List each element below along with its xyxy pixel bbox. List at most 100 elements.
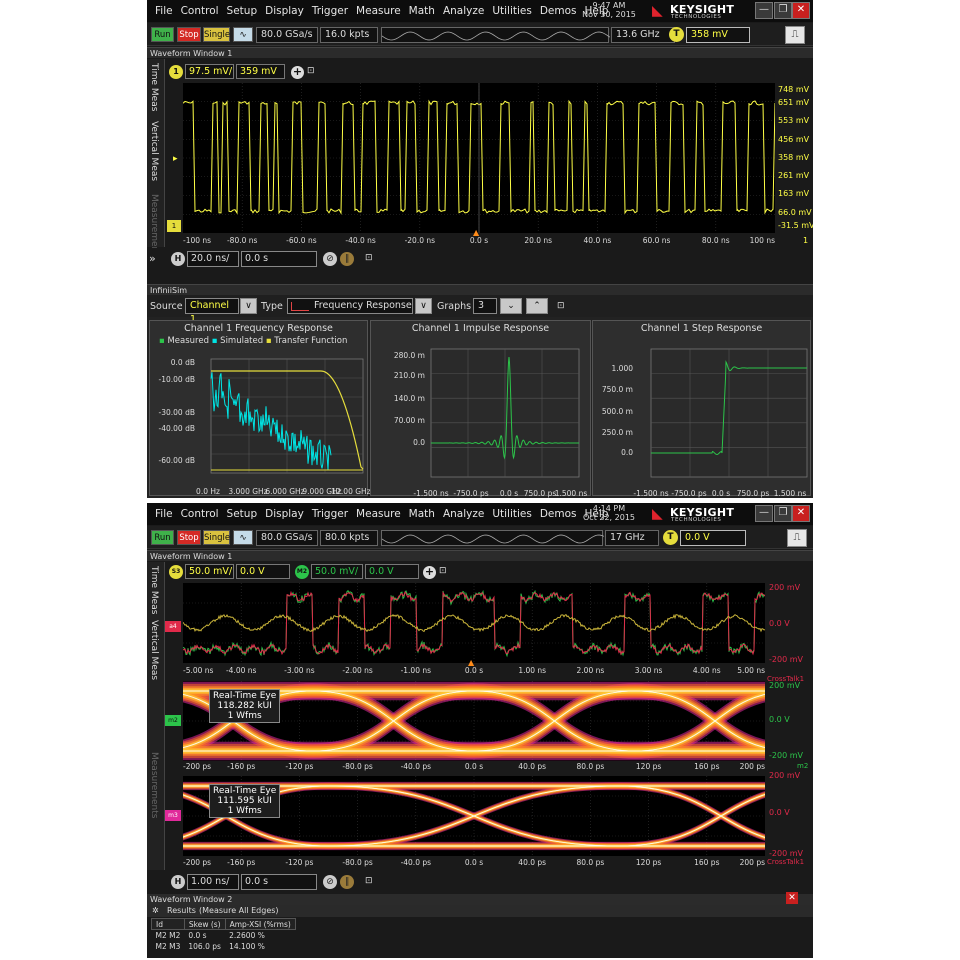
- menu-analyze[interactable]: Analyze: [443, 508, 484, 520]
- restore-button[interactable]: ❐: [774, 505, 792, 522]
- expand-icon[interactable]: »: [149, 252, 163, 266]
- menu-control[interactable]: Control: [181, 508, 219, 520]
- close-icon[interactable]: ✕: [786, 892, 798, 904]
- table-header[interactable]: Amp-XSI (%rms): [224, 918, 296, 930]
- pan-icon[interactable]: ∥: [340, 252, 354, 266]
- single-button[interactable]: Single: [203, 27, 230, 42]
- tab-vertical-meas[interactable]: Vertical Meas: [149, 620, 159, 680]
- crosstalk-waveform-plot[interactable]: [183, 583, 765, 663]
- run-button[interactable]: Run: [151, 530, 174, 545]
- close-button[interactable]: ✕: [792, 505, 810, 522]
- stop-button[interactable]: Stop: [177, 530, 201, 545]
- gear-icon[interactable]: ✲: [152, 905, 159, 917]
- x-tick: 0.0 s: [464, 762, 484, 771]
- menu-analyze[interactable]: Analyze: [443, 5, 484, 17]
- graphs-field[interactable]: 3: [473, 298, 497, 314]
- menu-trigger[interactable]: Trigger: [312, 508, 348, 520]
- run-button[interactable]: Run: [151, 27, 174, 42]
- autoscale-icon[interactable]: ∿: [233, 27, 253, 42]
- add-channel-icon[interactable]: +: [423, 566, 436, 579]
- timebase-field[interactable]: 20.0 ns/: [187, 251, 239, 267]
- x-tick: -120 ps: [285, 858, 314, 867]
- menu-trigger[interactable]: Trigger: [312, 5, 348, 17]
- minimize-button[interactable]: —: [755, 505, 773, 522]
- source-label: Source: [150, 301, 183, 312]
- export-icon[interactable]: ⎍: [787, 529, 807, 547]
- pin-icon[interactable]: ⊡: [557, 301, 567, 312]
- menu-setup[interactable]: Setup: [227, 508, 258, 520]
- tab-time-meas[interactable]: Time Meas: [149, 63, 159, 111]
- minimize-button[interactable]: —: [755, 2, 773, 19]
- menu-demos[interactable]: Demos: [540, 508, 577, 520]
- graphs-down-icon[interactable]: ⌄: [500, 298, 522, 314]
- menu-math[interactable]: Math: [409, 508, 435, 520]
- sample-rate-field[interactable]: 80.0 GSa/s: [256, 27, 318, 43]
- channel-badge[interactable]: 1: [169, 65, 183, 79]
- horizontal-bar: H 1.00 ns/ 0.0 s ⊘ ∥ ⊡: [147, 871, 813, 893]
- autoscale-icon[interactable]: ∿: [233, 530, 253, 545]
- bandwidth-field[interactable]: 13.6 GHz: [611, 27, 675, 43]
- add-channel-icon[interactable]: +: [291, 66, 304, 79]
- waveform-overview[interactable]: [381, 27, 610, 43]
- menu-file[interactable]: File: [155, 508, 173, 520]
- x-axis-labels: -100 ns -80.0 ns -60.0 ns -40.0 ns -20.0 ns 0…: [183, 236, 775, 246]
- delay-field[interactable]: 0.0 s: [241, 251, 317, 267]
- vertical-scale-field[interactable]: 50.0 mV/: [185, 564, 234, 579]
- memory-depth-field[interactable]: 80.0 kpts: [320, 530, 378, 546]
- graphs-up-icon[interactable]: ⌃: [526, 298, 548, 314]
- timebase-field[interactable]: 1.00 ns/: [187, 874, 239, 890]
- menu-display[interactable]: Display: [265, 5, 304, 17]
- source-dropdown-icon[interactable]: ∨: [240, 298, 257, 314]
- restore-button[interactable]: ❐: [774, 2, 792, 19]
- vertical-offset-field[interactable]: 359 mV: [236, 64, 285, 79]
- menu-measure[interactable]: Measure: [356, 508, 401, 520]
- menu-display[interactable]: Display: [265, 508, 304, 520]
- sample-rate-field[interactable]: 80.0 GSa/s: [256, 530, 318, 546]
- tab-measurements[interactable]: Measurements: [149, 752, 159, 818]
- menu-math[interactable]: Math: [409, 5, 435, 17]
- source-select[interactable]: Channel 1: [185, 298, 239, 325]
- zoom-icon[interactable]: ⊘: [323, 252, 337, 266]
- pin-icon[interactable]: ⊡: [439, 566, 449, 577]
- x-tick: -80.0 ps: [342, 762, 373, 771]
- delay-field[interactable]: 0.0 s: [241, 874, 317, 890]
- eye2-end-label: CrossTalk1: [767, 858, 805, 866]
- pan-icon[interactable]: ∥: [340, 875, 354, 889]
- stop-button[interactable]: Stop: [177, 27, 201, 42]
- menu-utilities[interactable]: Utilities: [492, 508, 532, 520]
- vertical-scale-field-m2[interactable]: 50.0 mV/: [311, 564, 363, 579]
- channel-badge-s3[interactable]: S3: [169, 565, 183, 579]
- table-header[interactable]: Id: [151, 918, 185, 930]
- clock-time: 4:14 PM: [592, 504, 626, 513]
- channel-badge-m2[interactable]: M2: [295, 565, 309, 579]
- trigger-level-field[interactable]: 0.0 V: [680, 530, 746, 546]
- menu-utilities[interactable]: Utilities: [492, 5, 532, 17]
- trigger-level-field[interactable]: 358 mV: [686, 27, 750, 43]
- tab-vertical-meas[interactable]: Vertical Meas: [149, 121, 159, 181]
- pin-icon[interactable]: ⊡: [365, 876, 375, 887]
- eye-diagram-2[interactable]: Real-Time Eye 111.595 kUI 1 Wfms: [183, 776, 765, 856]
- menu-demos[interactable]: Demos: [540, 5, 577, 17]
- single-button[interactable]: Single: [203, 530, 230, 545]
- eye-diagram-1[interactable]: Real-Time Eye 118.282 kUI 1 Wfms: [183, 681, 765, 761]
- menu-measure[interactable]: Measure: [356, 5, 401, 17]
- y-tick: -40.00 dB: [158, 424, 195, 433]
- pin-icon[interactable]: ⊡: [365, 253, 375, 264]
- menu-control[interactable]: Control: [181, 5, 219, 17]
- zoom-icon[interactable]: ⊘: [323, 875, 337, 889]
- waveform-plot[interactable]: [183, 83, 775, 233]
- menu-setup[interactable]: Setup: [227, 5, 258, 17]
- type-dropdown-icon[interactable]: ∨: [415, 298, 432, 314]
- waveform-overview[interactable]: [381, 530, 604, 546]
- pin-icon[interactable]: ⊡: [307, 66, 317, 77]
- close-button[interactable]: ✕: [792, 2, 810, 19]
- export-icon[interactable]: ⎍: [785, 26, 805, 44]
- memory-depth-field[interactable]: 16.0 kpts: [320, 27, 378, 43]
- menu-file[interactable]: File: [155, 5, 173, 17]
- vertical-scale-field[interactable]: 97.5 mV/: [185, 64, 234, 79]
- bandwidth-field[interactable]: 17 GHz: [605, 530, 659, 546]
- table-header[interactable]: Skew (s): [183, 918, 226, 930]
- vertical-offset-field[interactable]: 0.0 V: [236, 564, 290, 579]
- tab-time-meas[interactable]: Time Meas: [149, 566, 159, 614]
- vertical-offset-field-m2[interactable]: 0.0 V: [365, 564, 419, 579]
